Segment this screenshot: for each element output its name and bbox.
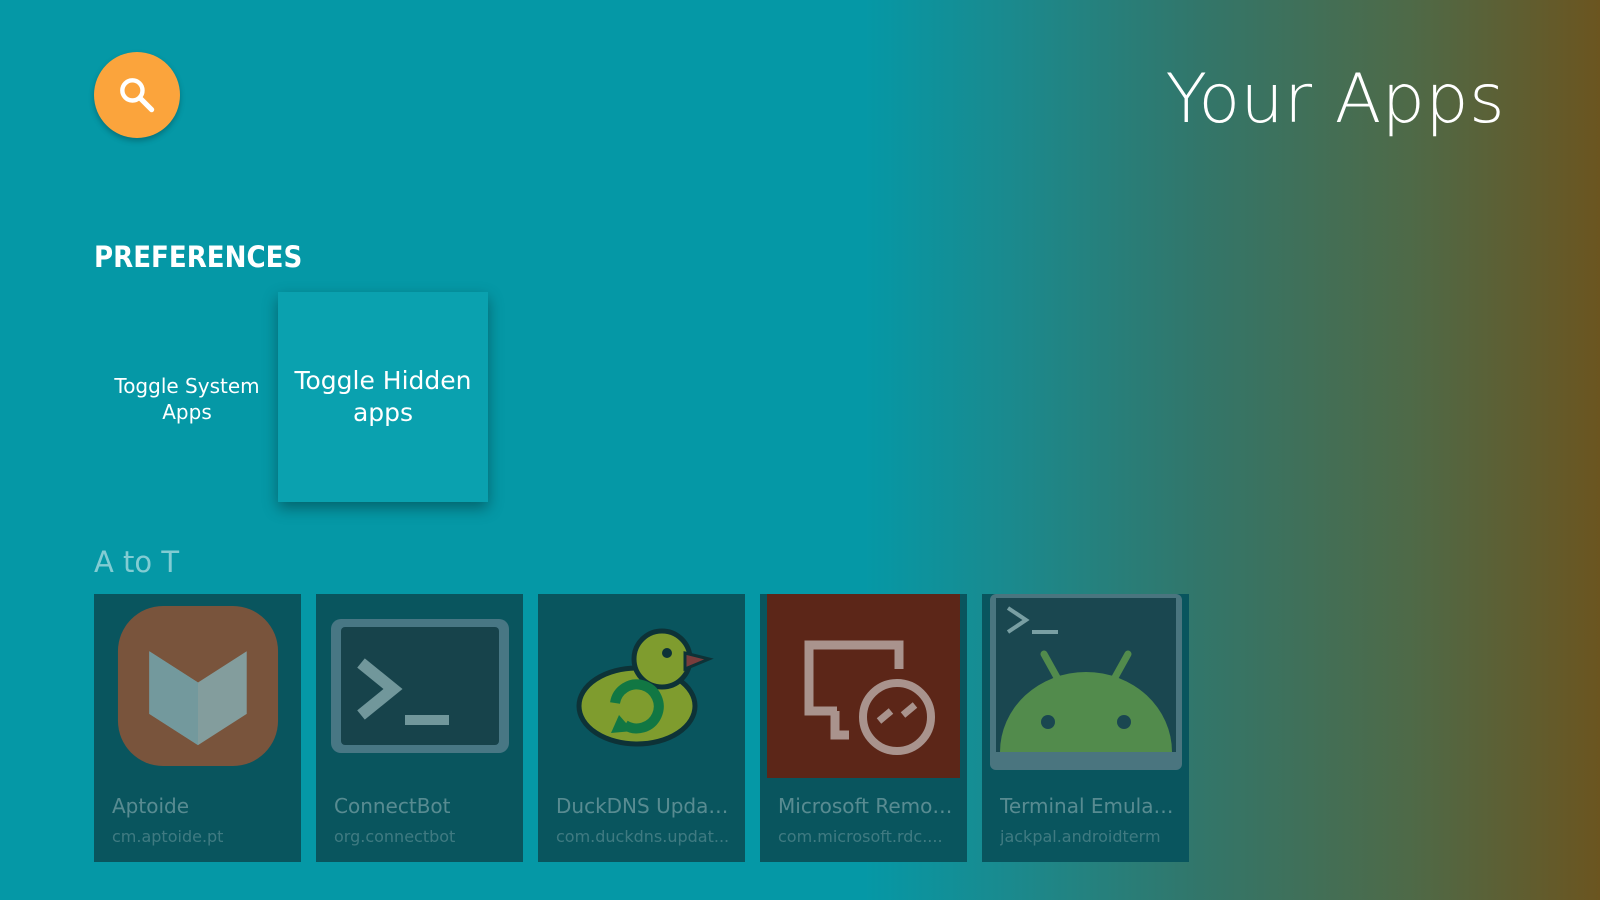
search-icon (120, 78, 155, 113)
app-package: com.duckdns.updat... (556, 827, 730, 846)
app-name: ConnectBot (334, 794, 451, 818)
app-package: cm.aptoide.pt (112, 827, 224, 846)
duck-icon (538, 594, 745, 778)
app-package: jackpal.androidterm (1000, 827, 1161, 846)
terminal-icon (316, 594, 523, 778)
app-card-aptoide[interactable]: Aptoide cm.aptoide.pt (94, 594, 301, 862)
aptoide-icon (94, 594, 301, 778)
app-card-duckdns[interactable]: DuckDNS Updater com.duckdns.updat... (538, 594, 745, 862)
apps-range-heading: A to T (94, 545, 180, 579)
app-name: Terminal Emulator (1000, 794, 1180, 818)
remote-desktop-icon (767, 594, 960, 778)
app-card-terminal-emulator[interactable]: Terminal Emulator jackpal.androidterm (982, 594, 1189, 862)
toggle-system-apps-label: Toggle System Apps (114, 374, 260, 424)
search-button[interactable] (94, 52, 180, 138)
app-name: Aptoide (112, 794, 190, 818)
android-terminal-icon (982, 594, 1189, 778)
toggle-hidden-apps-label: Toggle Hidden apps (294, 365, 472, 428)
toggle-system-apps-button[interactable]: Toggle System Apps (94, 306, 280, 492)
app-list: Aptoide cm.aptoide.pt ConnectBot org.con… (94, 594, 1189, 862)
app-package: org.connectbot (334, 827, 456, 846)
app-package: com.microsoft.rdc.... (778, 827, 943, 846)
app-card-connectbot[interactable]: ConnectBot org.connectbot (316, 594, 523, 862)
app-name: DuckDNS Updater (556, 794, 736, 818)
app-card-microsoft-remote[interactable]: Microsoft Remot... com.microsoft.rdc.... (760, 594, 967, 862)
toggle-hidden-apps-button[interactable]: Toggle Hidden apps (278, 292, 488, 502)
preferences-heading: PREFERENCES (94, 240, 303, 274)
page-title: Your Apps (1165, 60, 1505, 139)
app-name: Microsoft Remot... (778, 794, 958, 818)
